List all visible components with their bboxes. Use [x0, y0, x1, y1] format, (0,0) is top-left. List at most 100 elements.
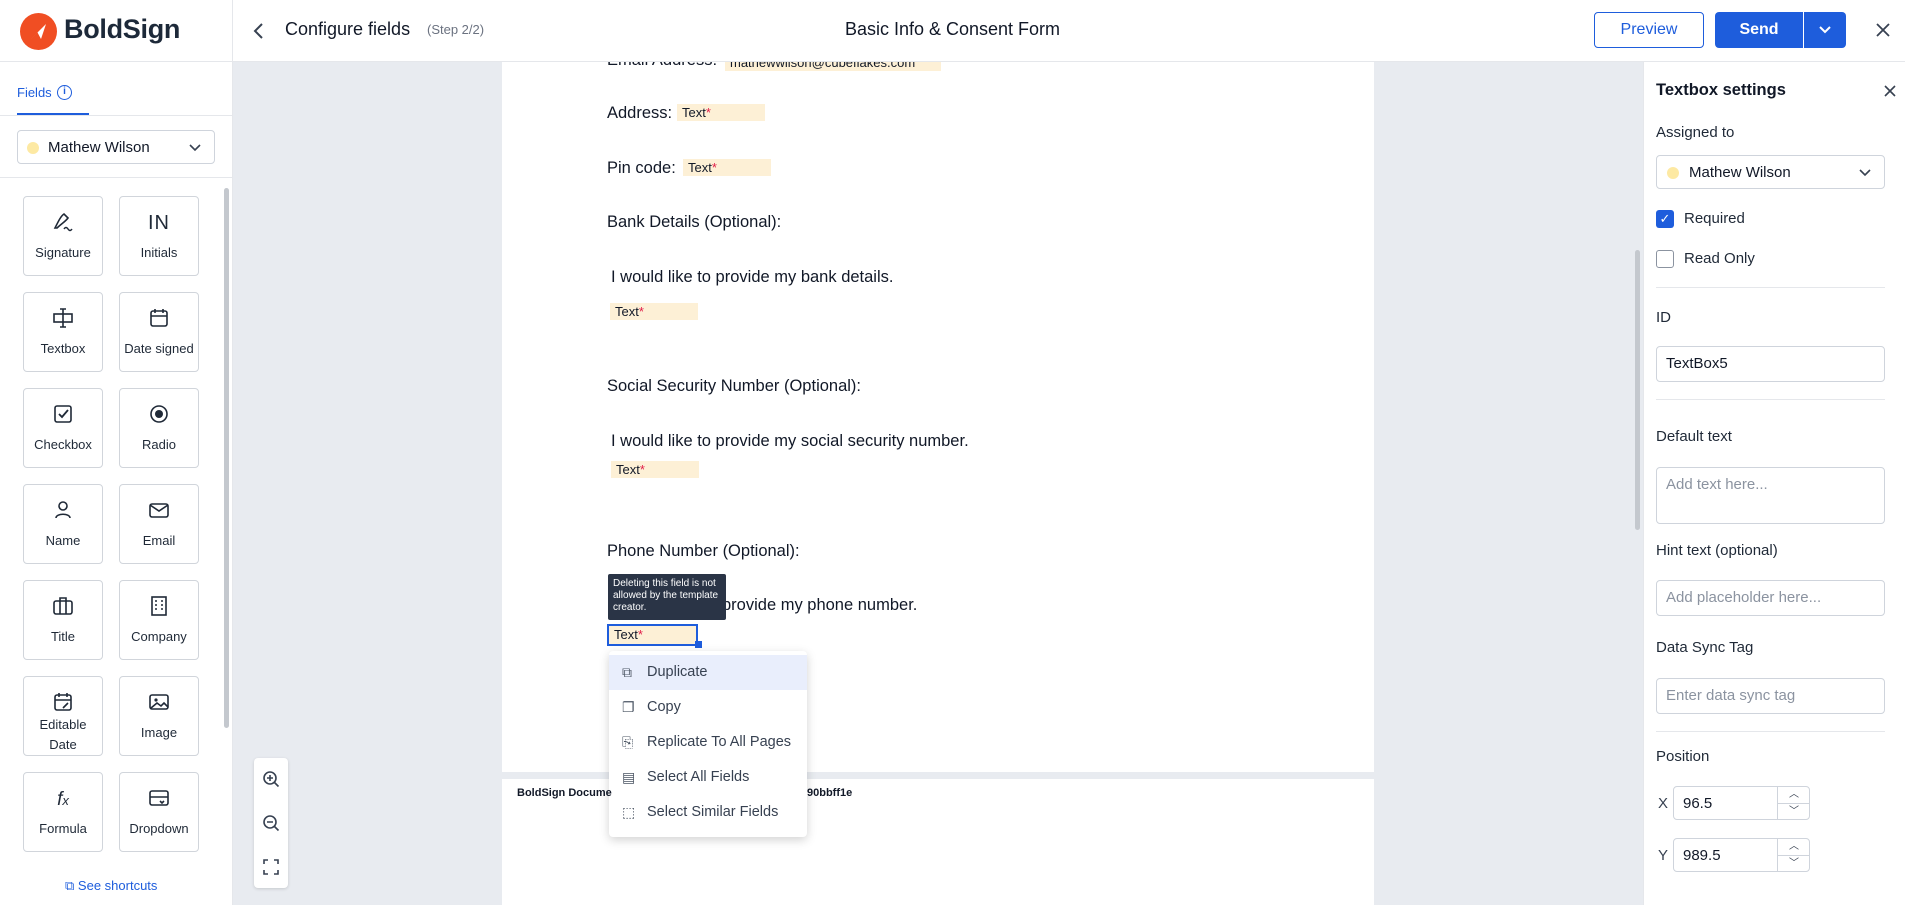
send-button[interactable]: Send: [1715, 12, 1803, 48]
hint-text-label: Hint text (optional): [1656, 542, 1778, 559]
field-tile-editable-date[interactable]: Editable Date: [23, 676, 103, 756]
image-icon: [120, 690, 198, 716]
external-link-icon: ⧉: [65, 878, 75, 893]
data-sync-input[interactable]: Enter data sync tag: [1656, 678, 1885, 714]
increment-icon[interactable]: ︿: [1778, 787, 1810, 803]
brand-area: BoldSign: [0, 0, 233, 62]
phone-text-field-selected[interactable]: Text*: [607, 624, 698, 646]
field-tile-label: Checkbox: [34, 437, 92, 452]
assigned-select[interactable]: Mathew Wilson: [1656, 155, 1885, 189]
bank-heading: Bank Details (Optional):: [607, 213, 782, 231]
field-tile-title[interactable]: Title: [23, 580, 103, 660]
menu-item-label: Select All Fields: [647, 769, 750, 785]
field-tile-label: Company: [131, 629, 187, 644]
field-tile-radio[interactable]: Radio: [119, 388, 199, 468]
field-tile-signature[interactable]: Signature: [23, 196, 103, 276]
close-icon[interactable]: [1874, 16, 1892, 46]
bank-text-field[interactable]: Text*: [610, 303, 698, 320]
copy-icon: ❐: [622, 699, 635, 715]
menu-item-replicate[interactable]: ⎘ Replicate To All Pages: [609, 725, 807, 760]
x-position-input[interactable]: 96.5 ︿ ﹀: [1673, 786, 1810, 820]
boldsign-logo-icon: [20, 13, 57, 50]
assigned-value: Mathew Wilson: [1689, 164, 1791, 181]
back-chevron-icon[interactable]: [248, 18, 270, 44]
ssn-heading: Social Security Number (Optional):: [607, 377, 862, 395]
menu-item-select-all[interactable]: ▤ Select All Fields: [609, 760, 807, 795]
default-text-label: Default text: [1656, 428, 1732, 445]
canvas-scrollbar[interactable]: [1635, 250, 1640, 530]
y-position-input[interactable]: 989.5 ︿ ﹀: [1673, 838, 1810, 872]
page-footer-id: 90bbff1e: [807, 787, 853, 799]
hint-text-input[interactable]: Add placeholder here...: [1656, 580, 1885, 616]
field-tile-dropdown[interactable]: Dropdown: [119, 772, 199, 852]
settings-title: Textbox settings: [1656, 81, 1786, 99]
field-tile-email[interactable]: Email: [119, 484, 199, 564]
required-label: Required: [1684, 210, 1745, 227]
field-tile-name[interactable]: Name: [23, 484, 103, 564]
zoom-in-icon[interactable]: [254, 770, 288, 793]
fit-screen-icon[interactable]: [254, 858, 288, 881]
menu-item-select-similar[interactable]: ⬚ Select Similar Fields: [609, 795, 807, 830]
required-checkbox[interactable]: ✓: [1656, 210, 1674, 228]
decrement-icon[interactable]: ﹀: [1778, 855, 1810, 871]
address-label: Address:: [607, 104, 673, 122]
preview-button[interactable]: Preview: [1594, 12, 1704, 48]
required-mark: *: [705, 105, 711, 120]
increment-icon[interactable]: ︿: [1778, 839, 1810, 855]
field-tile-company[interactable]: Company: [119, 580, 199, 660]
field-tile-date-signed[interactable]: Date signed: [119, 292, 199, 372]
address-text-field[interactable]: Text*: [677, 104, 765, 121]
chevron-down-icon: [188, 137, 202, 160]
x-label: X: [1658, 795, 1669, 812]
menu-item-copy[interactable]: ❐ Copy: [609, 690, 807, 725]
signer-color-dot: [1667, 167, 1679, 179]
brand-name: BoldSign: [64, 14, 181, 44]
field-placeholder: Text: [688, 160, 712, 175]
email-field[interactable]: mathewwilson@cubeflakes.com: [725, 62, 941, 71]
field-tile-textbox[interactable]: Textbox: [23, 292, 103, 372]
field-tile-label: Radio: [142, 437, 176, 452]
field-tile-checkbox[interactable]: Checkbox: [23, 388, 103, 468]
signer-select[interactable]: Mathew Wilson: [17, 130, 215, 164]
briefcase-icon: [24, 594, 102, 620]
position-label: Position: [1656, 748, 1710, 765]
duplicate-icon: ⧉: [622, 664, 632, 680]
divider: [0, 115, 233, 116]
y-label: Y: [1658, 847, 1669, 864]
menu-item-duplicate[interactable]: ⧉ Duplicate: [609, 655, 807, 690]
read-only-checkbox[interactable]: [1656, 250, 1674, 268]
tab-fields[interactable]: Fields: [17, 85, 52, 100]
send-dropdown-button[interactable]: [1804, 12, 1846, 48]
ssn-text-field[interactable]: Text*: [611, 461, 699, 478]
info-icon[interactable]: i: [57, 85, 72, 100]
required-mark: *: [637, 627, 643, 642]
mail-icon: [120, 498, 198, 524]
resize-handle[interactable]: [695, 641, 702, 648]
field-placeholder: Text: [616, 462, 640, 477]
id-input[interactable]: TextBox5: [1656, 346, 1885, 382]
editable-date-icon: [24, 690, 102, 716]
field-tile-label: Signature: [35, 245, 91, 260]
field-placeholder: Text: [614, 627, 638, 642]
field-tile-label: Textbox: [40, 341, 86, 356]
pin-text-field[interactable]: Text*: [683, 159, 771, 176]
field-tile-initials[interactable]: IN Initials: [119, 196, 199, 276]
default-text-input[interactable]: Add text here...: [1656, 467, 1885, 524]
close-settings-icon[interactable]: [1882, 80, 1898, 105]
menu-item-label: Replicate To All Pages: [647, 734, 792, 750]
step-indicator: (Step 2/2): [427, 22, 485, 37]
menu-item-label: Copy: [647, 699, 681, 715]
menu-item-label: Select Similar Fields: [647, 804, 779, 820]
divider: [1656, 287, 1885, 288]
see-shortcuts-link[interactable]: ⧉ See shortcuts: [65, 878, 157, 894]
zoom-out-icon[interactable]: [254, 814, 288, 837]
fields-scrollbar[interactable]: [224, 188, 229, 728]
textbox-icon: [24, 306, 102, 332]
decrement-icon[interactable]: ﹀: [1778, 803, 1810, 819]
assigned-label: Assigned to: [1656, 124, 1735, 141]
field-tile-image[interactable]: Image: [119, 676, 199, 756]
formula-icon: fx: [57, 789, 69, 810]
replicate-icon: ⎘: [622, 734, 634, 750]
field-tile-formula[interactable]: fx Formula: [23, 772, 103, 852]
person-icon: [24, 498, 102, 524]
